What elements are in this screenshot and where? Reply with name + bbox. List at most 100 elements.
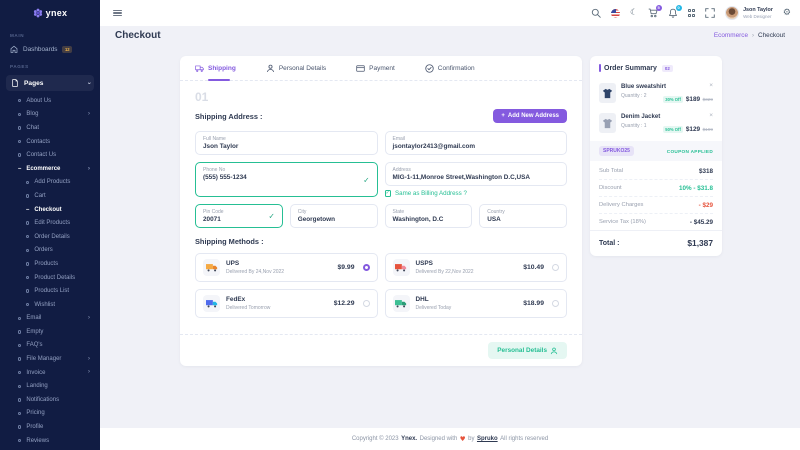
sidebar-item-chat[interactable]: Chat [0,121,100,135]
bullet-icon [18,330,21,333]
product-old-price: $329 [703,97,713,102]
wizard-tabs: Shipping Personal Details Payment Confir… [180,56,582,81]
credit-card-icon [356,64,365,73]
radio-unselected-icon[interactable] [552,300,559,307]
email-field[interactable]: Email jsontaylor2413@gmail.com [385,131,568,155]
sidebar-item-contact-us[interactable]: Contact Us [0,148,100,162]
chevron-right-icon: › [88,315,90,322]
sidebar-item-empty[interactable]: Empty [0,325,100,339]
jacket-image [602,118,613,129]
shipping-method-usps[interactable]: USPS Delivered By 22,Nov 2022 $10.49 [385,253,568,282]
method-price: $18.99 [523,300,546,307]
sidebar-item-file-manager[interactable]: File Manager› [0,352,100,366]
total-label: Total : [599,240,619,247]
remove-item-icon[interactable]: × [709,83,713,90]
sidebar-item-blog[interactable]: Blog› [0,108,100,122]
coupon-code-chip[interactable]: SPRUKO25 [599,146,634,156]
sidebar-item-label: Email [26,315,41,321]
sidebar-item-edit-products[interactable]: Edit Products [0,216,100,230]
product-quantity: Quantity : 1 [621,123,658,129]
menu-toggle-icon[interactable] [113,10,122,17]
field-value: (555) 555-1234 [203,174,370,181]
notifications-bell-icon[interactable]: 0 [668,8,678,18]
product-old-price: $199 [703,127,713,132]
tab-shipping[interactable]: Shipping [195,56,236,80]
tab-payment[interactable]: Payment [356,56,395,80]
sidebar-item-label: Ecommerce [26,166,60,172]
sidebar-item-dashboards[interactable]: Dashboards 12 [0,41,100,57]
sidebar-item-notifications[interactable]: Notifications [0,393,100,407]
sidebar-item-label: Reviews [26,438,49,444]
sidebar-item-contacts[interactable]: Contacts [0,135,100,149]
fullscreen-icon[interactable] [705,8,715,18]
sidebar-item-cart[interactable]: Cart [0,189,100,203]
tab-confirmation[interactable]: Confirmation [425,56,475,80]
add-new-address-button[interactable]: + Add New Address [493,109,567,123]
sidebar-item-ecommerce[interactable]: –Ecommerce› [0,162,100,176]
search-icon[interactable] [591,8,601,18]
sidebar-item-products[interactable]: Products [0,257,100,271]
shipping-method-dhl[interactable]: DHL Delivered Today $18.99 [385,289,568,318]
sidebar-item-profile[interactable]: Profile [0,420,100,434]
sidebar-item-checkout[interactable]: –Checkout [0,203,100,217]
shipping-method-fedex[interactable]: FedEx Delivered Tomorrow $12.29 [195,289,378,318]
sidebar-item-order-details[interactable]: Order Details [0,230,100,244]
address-field[interactable]: Address MIG-1-11,Monroe Street,Washingto… [385,162,568,186]
plus-icon: + [501,113,505,119]
dark-mode-icon[interactable]: ☾ [630,8,638,18]
dash-marker-icon: – [18,166,21,172]
pin-code-field[interactable]: Pin Code 20071 ✓ [195,204,283,228]
discount-chip: 30% Off [663,96,684,103]
sidebar-item-wishlist[interactable]: Wishlist [0,298,100,312]
brand-logo[interactable]: ynex [0,0,100,26]
state-field[interactable]: State Washington, D.C [385,204,473,228]
sweatshirt-image [602,88,613,99]
coupon-row: SPRUKO25 COUPON APPLIED [590,141,722,161]
field-value: USA [487,216,559,223]
shipping-method-ups[interactable]: UPS Delivered By 24,Nov 2022 $9.99 [195,253,378,282]
city-field[interactable]: City Georgetown [290,204,378,228]
remove-item-icon[interactable]: × [709,113,713,120]
footer-author-link[interactable]: Spruko [477,436,498,442]
full-name-field[interactable]: Full Name Json Taylor [195,131,378,155]
sidebar-item-landing[interactable]: Landing [0,379,100,393]
sidebar-item-products-list[interactable]: Products List [0,284,100,298]
sidebar-item-label: Dashboards [23,46,57,53]
chevron-right-icon: › [88,356,90,363]
sidebar-item-product-details[interactable]: Product Details [0,271,100,285]
radio-unselected-icon[interactable] [552,264,559,271]
ups-truck-icon [203,259,220,276]
sidebar-item-reviews[interactable]: Reviews [0,434,100,448]
cart-icon[interactable]: 5 [648,8,658,18]
user-profile-chip[interactable]: Json Taylor Web Designer [725,6,773,20]
button-label: Personal Details [497,347,547,354]
breadcrumb-ecommerce[interactable]: Ecommerce [714,32,748,39]
brand-name: ynex [46,8,68,18]
sidebar-item-email[interactable]: Email › [0,312,100,326]
person-icon [266,64,275,73]
apps-grid-icon[interactable] [688,9,695,16]
same-as-billing-checkbox[interactable]: ✓ Same as Billing Address ? [385,190,568,197]
breadcrumb-separator-icon: › [752,33,754,39]
settings-gear-icon[interactable]: ⚙ [783,8,791,18]
sidebar-item-invoice[interactable]: Invoice› [0,366,100,380]
step-number: 01 [195,90,567,104]
sidebar-item-pages[interactable]: Pages › [6,75,94,91]
radio-unselected-icon[interactable] [363,300,370,307]
country-field[interactable]: Country USA [479,204,567,228]
row-label: Delivery Charges [599,202,643,208]
personal-details-next-button[interactable]: Personal Details [488,342,567,359]
sidebar-item-add-products[interactable]: Add Products [0,176,100,190]
tab-personal-details[interactable]: Personal Details [266,56,326,80]
country-flag-icon[interactable] [611,9,620,18]
sidebar-item-about-us[interactable]: About Us [0,94,100,108]
phone-field[interactable]: Phone No (555) 555-1234 ✓ [195,162,378,197]
footer-copyright: Copyright © 2023 [352,436,399,442]
sidebar-item-faqs[interactable]: FAQ's [0,339,100,353]
method-name: UPS [226,260,284,267]
radio-selected-icon[interactable] [363,264,370,271]
sidebar-item-orders[interactable]: Orders [0,244,100,258]
page-title: Checkout [115,30,161,41]
sidebar-item-pricing[interactable]: Pricing [0,407,100,421]
field-label: State [393,209,465,215]
